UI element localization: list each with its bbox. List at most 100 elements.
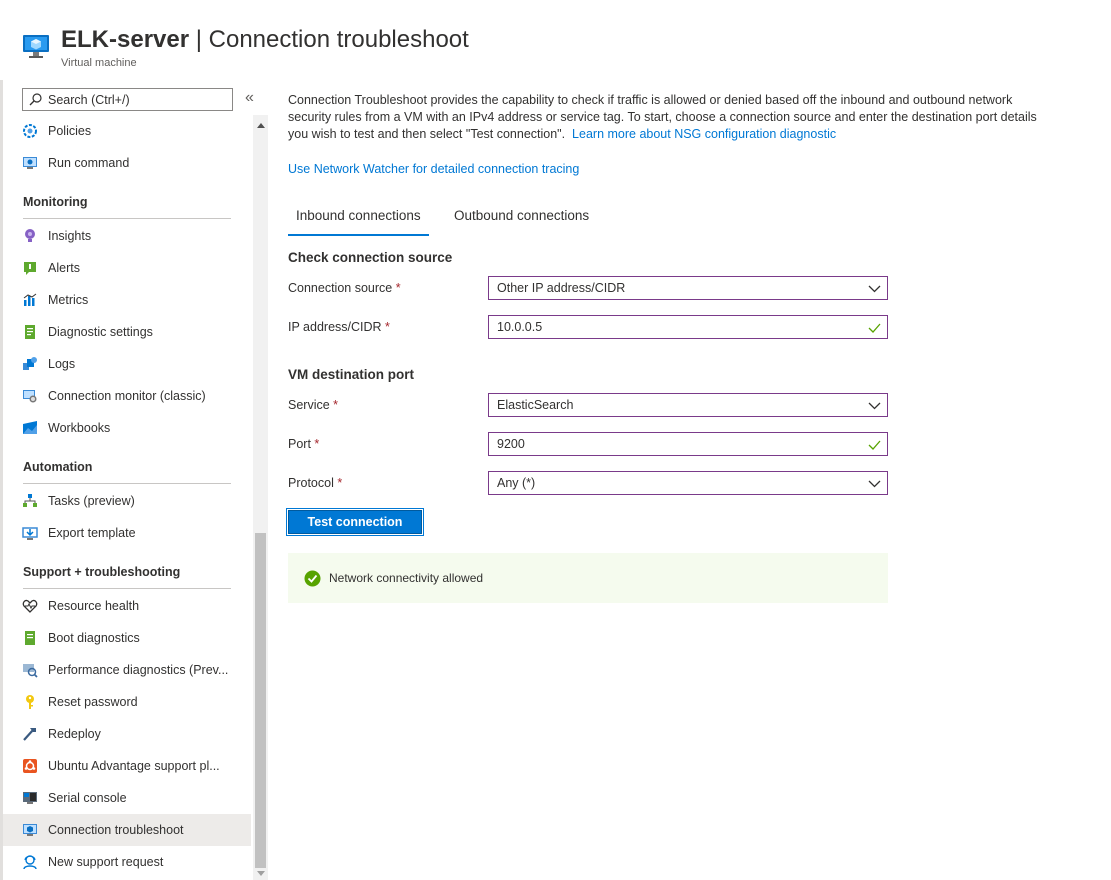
port-input[interactable]: 9200 (488, 432, 888, 456)
menu-group-divider (23, 218, 231, 219)
collapse-menu-button[interactable]: « (245, 88, 254, 108)
menu-group-automation: Automation (23, 460, 93, 474)
run-command-icon (22, 155, 38, 171)
menu-item-label: Logs (48, 357, 76, 371)
menu-item-label: Alerts (48, 261, 80, 275)
resource-name: ELK-server (61, 26, 190, 53)
menu-item-diagnostic-settings[interactable]: Diagnostic settings (3, 316, 251, 348)
blade-name: Connection troubleshoot (208, 26, 469, 53)
menu-item-connection-monitor[interactable]: Connection monitor (classic) (3, 380, 251, 412)
result-banner: Network connectivity allowed (288, 553, 888, 603)
support-person-icon (22, 854, 38, 870)
connection-source-dropdown[interactable]: Other IP address/CIDR (488, 276, 888, 300)
tab-inbound-connections[interactable]: Inbound connections (288, 208, 429, 236)
protocol-dropdown[interactable]: Any (*) (488, 471, 888, 495)
menu-item-policies[interactable]: Policies (3, 115, 251, 147)
learn-more-link[interactable]: Learn more about NSG configuration diagn… (572, 127, 836, 141)
menu-item-metrics[interactable]: Metrics (3, 284, 251, 316)
network-watcher-link[interactable]: Use Network Watcher for detailed connect… (288, 162, 579, 176)
menu-item-serial-console[interactable]: Serial console (3, 782, 251, 814)
field-label-text: Connection source (288, 281, 393, 295)
field-label-text: Protocol (288, 476, 334, 490)
menu-item-label: Diagnostic settings (48, 325, 153, 339)
menu-search-input[interactable]: Search (Ctrl+/) (22, 88, 233, 111)
menu-item-redeploy[interactable]: Redeploy (3, 718, 251, 750)
metrics-icon (22, 292, 38, 308)
menu-group-divider (23, 588, 231, 589)
connection-monitor-icon (22, 388, 38, 404)
service-dropdown[interactable]: ElasticSearch (488, 393, 888, 417)
required-marker: * (333, 398, 339, 412)
menu-item-ubuntu-advantage[interactable]: Ubuntu Advantage support pl... (3, 750, 251, 782)
menu-item-performance-diagnostics[interactable]: Performance diagnostics (Prev... (3, 654, 251, 686)
menu-item-insights[interactable]: Insights (3, 220, 251, 252)
menu-item-label: Run command (48, 156, 130, 170)
menu-scrollbar[interactable] (253, 115, 268, 880)
search-placeholder: Search (Ctrl+/) (48, 93, 130, 107)
field-label-text: Service (288, 398, 330, 412)
ip-address-label: IP address/CIDR * (288, 320, 390, 334)
menu-item-run-command[interactable]: Run command (3, 147, 251, 179)
menu-item-label: Ubuntu Advantage support pl... (48, 759, 220, 773)
page-header: ELK-server | Connection troubleshoot Vir… (0, 0, 1111, 80)
menu-list: Policies Run command Monitoring Insights… (3, 115, 251, 880)
test-connection-button[interactable]: Test connection (286, 508, 424, 536)
field-label-text: IP address/CIDR (288, 320, 382, 334)
menu-item-new-support-request[interactable]: New support request (3, 846, 251, 878)
service-value: ElasticSearch (497, 398, 574, 412)
chevron-down-icon (868, 285, 881, 293)
menu-item-label: Connection troubleshoot (48, 823, 184, 837)
export-template-icon (22, 525, 38, 541)
menu-item-workbooks[interactable]: Workbooks (3, 412, 251, 444)
menu-item-label: Serial console (48, 791, 127, 805)
checkmark-icon (868, 440, 881, 450)
section-title-connection-source: Check connection source (288, 250, 453, 265)
menu-item-logs[interactable]: Logs (3, 348, 251, 380)
page-title: ELK-server | Connection troubleshoot (61, 26, 469, 54)
result-message: Network connectivity allowed (329, 571, 484, 585)
scrollbar-thumb[interactable] (255, 533, 266, 868)
port-label: Port * (288, 437, 319, 451)
tab-outbound-connections[interactable]: Outbound connections (454, 208, 589, 236)
search-icon (29, 93, 42, 106)
menu-item-resource-health[interactable]: Resource health (3, 590, 251, 622)
menu-item-label: Connection monitor (classic) (48, 389, 206, 403)
field-label-text: Port (288, 437, 311, 451)
menu-item-label: Metrics (48, 293, 89, 307)
menu-item-label: Insights (48, 229, 92, 243)
alerts-icon (22, 260, 38, 276)
chevron-down-icon (868, 402, 881, 410)
required-marker: * (395, 281, 401, 295)
menu-item-label: Boot diagnostics (48, 631, 140, 645)
required-marker: * (314, 437, 320, 451)
menu-item-reset-password[interactable]: Reset password (3, 686, 251, 718)
heart-icon (22, 598, 38, 614)
menu-group-divider (23, 483, 231, 484)
menu-item-export-template[interactable]: Export template (3, 517, 251, 549)
policies-icon (22, 123, 38, 139)
virtual-machine-icon (23, 35, 49, 58)
hammer-icon (22, 726, 38, 742)
required-marker: * (337, 476, 343, 490)
logs-icon (22, 356, 38, 372)
menu-group-monitoring: Monitoring (23, 195, 88, 209)
description-text: Connection Troubleshoot provides the cap… (288, 92, 1058, 143)
serial-console-icon (22, 790, 38, 806)
menu-item-tasks[interactable]: Tasks (preview) (3, 485, 251, 517)
menu-item-label: New support request (48, 855, 164, 869)
ip-address-input[interactable]: 10.0.0.5 (488, 315, 888, 339)
protocol-value: Any (*) (497, 476, 536, 490)
menu-group-support: Support + troubleshooting (23, 565, 181, 579)
menu-item-label: Workbooks (48, 421, 111, 435)
scroll-down-arrow-icon[interactable] (257, 871, 265, 876)
menu-item-boot-diagnostics[interactable]: Boot diagnostics (3, 622, 251, 654)
menu-item-alerts[interactable]: Alerts (3, 252, 251, 284)
title-separator: | (189, 26, 209, 53)
key-icon (22, 694, 38, 710)
insights-icon (22, 228, 38, 244)
scroll-up-arrow-icon[interactable] (257, 123, 265, 128)
menu-item-label: Policies (48, 124, 92, 138)
ubuntu-icon (22, 758, 38, 774)
menu-item-connection-troubleshoot[interactable]: Connection troubleshoot (3, 814, 251, 846)
ip-address-value: 10.0.0.5 (497, 320, 543, 334)
